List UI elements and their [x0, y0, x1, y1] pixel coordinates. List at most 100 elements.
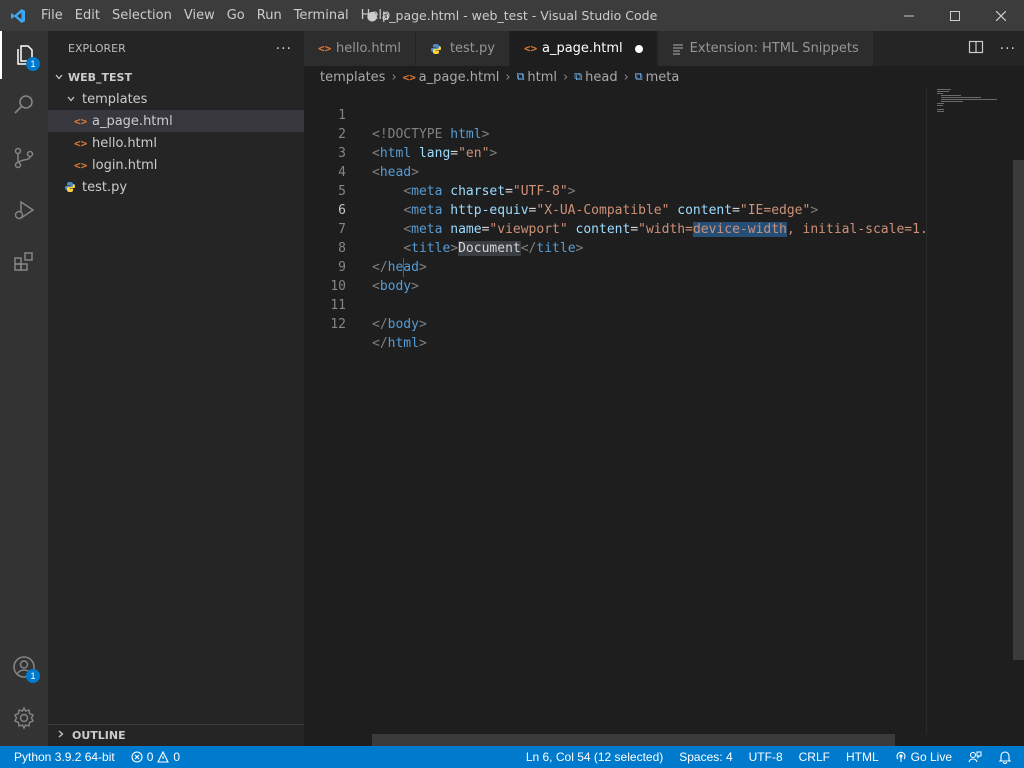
maximize-button[interactable]	[932, 0, 978, 31]
menu-run[interactable]: Run	[251, 0, 288, 31]
breadcrumb-item[interactable]: head	[585, 70, 617, 85]
gear-icon	[14, 706, 34, 730]
code-line: 7 <title>Document</title>	[304, 201, 926, 256]
menu-bar: File Edit Selection View Go Run Terminal…	[35, 0, 396, 31]
code-token: html	[387, 336, 419, 351]
tab-a-page-html[interactable]: <> a_page.html	[509, 31, 658, 66]
vertical-scrollbar[interactable]	[1010, 88, 1024, 734]
breadcrumb-item[interactable]: a_page.html	[419, 70, 500, 85]
explorer-more-button[interactable]: ···	[276, 41, 292, 57]
breadcrumb-item[interactable]: meta	[646, 70, 680, 85]
code-editor[interactable]: 1 <!DOCTYPE html> 2 <html lang="en"> 3 <…	[304, 88, 926, 734]
extensions-icon	[14, 252, 33, 271]
run-debug-activity-button[interactable]	[0, 186, 48, 234]
extension-preview-icon	[672, 43, 684, 55]
code-token: </	[372, 336, 388, 351]
folder-templates[interactable]: templates	[48, 88, 304, 110]
manage-activity-button[interactable]	[0, 694, 48, 742]
cursor-position[interactable]: Ln 6, Col 54 (12 selected)	[518, 750, 671, 764]
menu-file[interactable]: File	[35, 0, 69, 31]
menu-edit[interactable]: Edit	[69, 0, 106, 31]
minimap[interactable]	[926, 88, 1010, 734]
explorer-activity-button[interactable]: 1	[0, 31, 48, 79]
window-controls	[886, 0, 1024, 31]
warning-count: 0	[173, 750, 181, 764]
html-file-icon: <>	[74, 136, 88, 150]
editor-tabs: <> hello.html test.py <> a_page.html Ext…	[304, 31, 1024, 66]
minimap-preview	[937, 89, 997, 112]
file-test-py[interactable]: test.py	[48, 176, 304, 198]
chevron-right-icon: ›	[505, 69, 511, 85]
accounts-activity-button[interactable]: 1	[0, 643, 48, 691]
scrollbar-thumb[interactable]	[1013, 160, 1024, 660]
file-label: hello.html	[92, 135, 157, 151]
minimize-button[interactable]	[886, 0, 932, 31]
code-line: 10	[304, 258, 926, 294]
code-token: >	[418, 336, 427, 351]
source-control-activity-button[interactable]	[0, 134, 48, 182]
activity-bar: 1 1	[0, 31, 48, 746]
indent-guide	[403, 258, 404, 277]
run-debug-icon	[14, 200, 35, 220]
html-file-icon: <>	[402, 70, 416, 84]
code-token: >	[418, 317, 427, 332]
code-line: 11 </body>	[304, 277, 926, 332]
search-icon	[14, 95, 33, 114]
code-line: 2 <html lang="en">	[304, 106, 926, 161]
html-file-icon: <>	[74, 114, 88, 128]
problems-indicator[interactable]: 0 0	[123, 750, 188, 764]
horizontal-scrollbar[interactable]	[372, 734, 895, 746]
warning-icon	[157, 751, 170, 763]
language-mode[interactable]: HTML	[838, 750, 887, 764]
outline-title: OUTLINE	[72, 729, 126, 742]
accounts-badge: 1	[26, 669, 40, 683]
code-line: 8 </head>	[304, 220, 926, 275]
tab-label: test.py	[449, 41, 495, 56]
indentation[interactable]: Spaces: 4	[671, 750, 740, 764]
symbol-element-icon: ⧉	[634, 70, 643, 83]
close-window-button[interactable]	[978, 0, 1024, 31]
minimize-icon	[904, 15, 914, 16]
notifications-button[interactable]	[990, 750, 1024, 764]
error-icon	[131, 751, 143, 763]
feedback-button[interactable]	[960, 750, 990, 764]
menu-view[interactable]: View	[178, 0, 221, 31]
go-live-button[interactable]: Go Live	[887, 750, 960, 764]
breadcrumb-item[interactable]: templates	[320, 70, 385, 85]
menu-terminal[interactable]: Terminal	[288, 0, 355, 31]
search-activity-button[interactable]	[0, 81, 48, 129]
breadcrumb-item[interactable]: html	[527, 70, 557, 85]
tab-hello-html[interactable]: <> hello.html	[304, 31, 416, 66]
file-a-page-html[interactable]: <> a_page.html	[48, 110, 304, 132]
html-file-icon: <>	[318, 42, 332, 55]
code-token: body	[387, 317, 419, 332]
tab-label: Extension: HTML Snippets	[689, 41, 859, 56]
outline-section[interactable]: OUTLINE	[48, 724, 304, 746]
code-line: 4 <meta charset="UTF-8">	[304, 144, 926, 199]
file-label: a_page.html	[92, 113, 173, 129]
bell-icon	[998, 751, 1012, 764]
go-live-label: Go Live	[910, 750, 952, 764]
python-interpreter[interactable]: Python 3.9.2 64-bit	[0, 750, 123, 764]
more-actions-icon[interactable]: ···	[1000, 41, 1016, 57]
chevron-right-icon: ›	[563, 69, 569, 85]
explorer-title: EXPLORER	[68, 42, 126, 55]
code-line: 3 <head>	[304, 125, 926, 180]
tab-test-py[interactable]: test.py	[415, 31, 510, 66]
encoding[interactable]: UTF-8	[741, 750, 791, 764]
file-label: login.html	[92, 157, 158, 173]
error-count: 0	[146, 750, 154, 764]
split-editor-icon[interactable]	[968, 39, 984, 59]
menu-help[interactable]: Help	[355, 0, 397, 31]
workspace-root[interactable]: WEB_TEST	[48, 66, 304, 88]
end-of-line[interactable]: CRLF	[791, 750, 838, 764]
unsaved-dot-icon[interactable]	[634, 44, 643, 53]
chevron-right-icon: ›	[391, 69, 397, 85]
tab-extension-html-snippets[interactable]: Extension: HTML Snippets	[657, 31, 874, 66]
file-login-html[interactable]: <> login.html	[48, 154, 304, 176]
menu-go[interactable]: Go	[221, 0, 251, 31]
extensions-activity-button[interactable]	[0, 238, 48, 286]
html-file-icon: <>	[74, 158, 88, 172]
menu-selection[interactable]: Selection	[106, 0, 178, 31]
file-hello-html[interactable]: <> hello.html	[48, 132, 304, 154]
